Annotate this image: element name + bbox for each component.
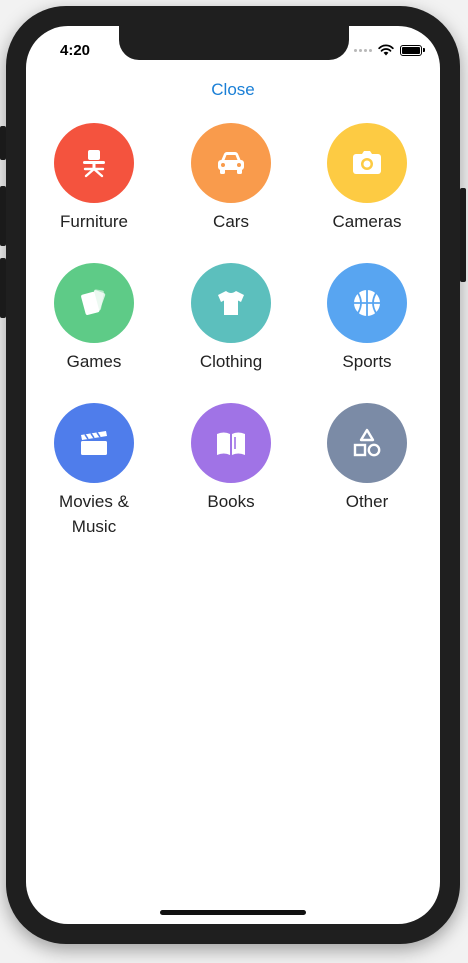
category-other[interactable]: Other (307, 403, 427, 514)
notch (119, 26, 349, 60)
cellular-signal-icon (354, 48, 372, 52)
chair-icon (83, 150, 105, 178)
category-label: Furniture (59, 212, 129, 231)
side-button-mute (0, 126, 6, 160)
status-time: 4:20 (60, 42, 91, 59)
category-icon-circle (54, 263, 134, 343)
side-button-volume-up (0, 186, 6, 246)
category-icon-circle (327, 123, 407, 203)
category-label: Cameras (332, 212, 402, 231)
category-icon-circle (191, 263, 271, 343)
side-button-volume-down (0, 258, 6, 318)
category-cars[interactable]: Cars (171, 123, 291, 234)
category-sports[interactable]: Sports (307, 263, 427, 374)
category-icon-circle (327, 263, 407, 343)
status-icons (354, 44, 425, 56)
category-books[interactable]: Books (171, 403, 291, 514)
battery-icon (400, 44, 425, 56)
category-cameras[interactable]: Cameras (307, 123, 427, 234)
category-icon-circle (191, 403, 271, 483)
category-icon-circle (327, 403, 407, 483)
book-icon (217, 432, 245, 455)
category-icon-circle (191, 123, 271, 203)
basketball-icon (354, 290, 380, 316)
category-icon-circle (54, 123, 134, 203)
category-movies-music[interactable]: Movies & Music (34, 403, 154, 539)
wifi-icon (378, 44, 394, 56)
category-clothing[interactable]: Clothing (171, 263, 291, 374)
category-games[interactable]: Games (34, 263, 154, 374)
home-indicator[interactable] (160, 910, 306, 915)
category-label: Other (345, 492, 389, 511)
car-icon (218, 152, 244, 174)
category-label: Clothing (199, 352, 263, 371)
camera-icon (353, 151, 381, 174)
category-label: Books (207, 492, 255, 511)
category-label: Cars (213, 212, 249, 231)
category-icon-circle (54, 403, 134, 483)
shapes-icon (353, 428, 381, 457)
clapperboard-icon (81, 431, 107, 455)
category-label: Sports (342, 352, 392, 371)
tshirt-icon (218, 291, 244, 315)
category-label: Games (66, 352, 122, 371)
category-label: Movies & Music (59, 492, 129, 536)
close-button[interactable]: Close (26, 80, 440, 100)
side-button-power (460, 188, 466, 282)
cards-icon (81, 289, 106, 315)
screen: 4:20 Close Furniture Cars Cameras Games … (26, 26, 440, 924)
category-furniture[interactable]: Furniture (34, 123, 154, 234)
